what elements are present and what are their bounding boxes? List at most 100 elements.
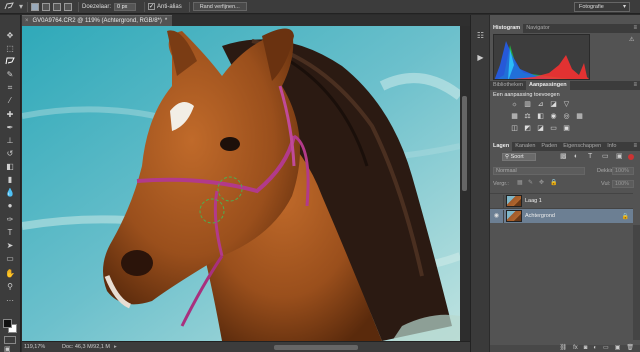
quick-mask-icon[interactable] [4, 336, 16, 344]
tab-properties[interactable]: Eigenschappen [560, 142, 604, 151]
rectangle-tool-icon[interactable]: ▭ [3, 253, 17, 264]
vibrance-icon[interactable]: ▽ [562, 101, 571, 109]
invert-icon[interactable]: ◫ [510, 125, 519, 133]
tab-histogram[interactable]: Histogram [490, 24, 524, 33]
tab-navigator[interactable]: Navigator [523, 24, 553, 33]
feather-input[interactable]: 0 px [114, 2, 137, 11]
pen-tool-icon[interactable]: ✑ [3, 214, 17, 225]
tab-adjustments[interactable]: Aanpassingen [525, 81, 570, 90]
healing-brush-tool-icon[interactable]: ✚ [3, 109, 17, 120]
layer-row-selected[interactable]: ◉ Achtergrond 🔒 [490, 208, 633, 223]
new-selection-icon[interactable] [31, 2, 39, 11]
color-lookup-icon[interactable]: ▦ [575, 113, 584, 121]
link-icon[interactable]: ⛓ [559, 345, 567, 352]
play-icon[interactable]: ▸ [114, 344, 124, 350]
filter-toggle[interactable] [628, 154, 634, 160]
lock-position-icon[interactable]: ✥ [539, 180, 546, 187]
screen-mode-icon[interactable]: ▣ [4, 346, 16, 352]
threshold-icon[interactable]: ◪ [536, 125, 545, 133]
blend-mode-select[interactable]: Normaal [493, 167, 585, 175]
panel-menu-icon[interactable]: ≡ [633, 142, 637, 151]
trash-icon[interactable]: 🗑 [626, 345, 634, 352]
lock-transparency-icon[interactable]: ▦ [517, 180, 524, 187]
channel-mixer-icon[interactable]: ◎ [562, 113, 571, 121]
dropdown-caret-icon[interactable]: ▾ [18, 1, 24, 13]
hue-saturation-icon[interactable]: ▦ [510, 113, 519, 121]
gradient-tool-icon[interactable]: ▮ [3, 174, 17, 185]
new-layer-icon[interactable]: ▣ [615, 345, 621, 352]
gradient-map-icon[interactable]: ▭ [549, 125, 558, 133]
adjustment-filter-icon[interactable]: ◐ [574, 153, 582, 161]
vertical-scrollbar[interactable] [460, 26, 470, 341]
brush-tool-icon[interactable]: ✒ [3, 122, 17, 133]
add-selection-icon[interactable] [42, 2, 50, 11]
layer-row[interactable]: ◉ Laag 1 [490, 193, 633, 208]
exposure-icon[interactable]: ◪ [549, 101, 558, 109]
marquee-tool-icon[interactable]: ⬚ [3, 43, 17, 54]
path-selection-tool-icon[interactable]: ➤ [3, 240, 17, 251]
mask-icon[interactable]: ◙ [584, 345, 588, 352]
dodge-tool-icon[interactable]: ● [3, 200, 17, 211]
type-tool-icon[interactable]: T [3, 227, 17, 238]
adjustment-layer-icon[interactable]: ◐ [593, 345, 597, 352]
fill-input[interactable]: 100% [612, 180, 634, 188]
clone-stamp-tool-icon[interactable]: ⊥ [3, 135, 17, 146]
posterize-icon[interactable]: ◩ [523, 125, 532, 133]
smart-object-filter-icon[interactable]: ▣ [616, 153, 624, 161]
lasso-tool-icon[interactable] [3, 56, 17, 67]
foreground-color-swatch[interactable] [3, 319, 12, 328]
antialias-checkbox[interactable]: ✓ [148, 3, 156, 10]
lasso-tool-preset-icon[interactable] [0, 1, 18, 13]
history-brush-tool-icon[interactable]: ↺ [3, 148, 17, 159]
pixel-filter-icon[interactable]: ▩ [560, 153, 568, 161]
opacity-input[interactable]: 100% [612, 167, 634, 175]
curves-icon[interactable]: ⊿ [536, 101, 545, 109]
layer-filter-select[interactable]: ⚲ Soort [502, 153, 536, 161]
visibility-toggle-icon[interactable]: ◉ [490, 194, 504, 208]
panel-menu-icon[interactable]: ≡ [633, 24, 637, 33]
crop-tool-icon[interactable]: ⌗ [3, 82, 17, 93]
tab-channels[interactable]: Kanalen [512, 142, 538, 151]
document-tab[interactable]: × GV0A9764.CR2 @ 119% (Achtergrond, RGB/… [22, 15, 172, 26]
workspace-select[interactable]: Fotografie ▾ [574, 2, 630, 12]
lock-all-icon[interactable]: 🔒 [550, 180, 557, 187]
refresh-icon[interactable]: ⚠ [629, 36, 634, 43]
quick-selection-tool-icon[interactable]: ✎ [3, 69, 17, 80]
intersect-selection-icon[interactable] [64, 2, 72, 11]
tab-layers[interactable]: Lagen [490, 142, 513, 151]
subtract-selection-icon[interactable] [53, 2, 61, 11]
hand-tool-icon[interactable]: ✋ [3, 268, 17, 279]
actions-panel-icon[interactable]: ▶ [474, 51, 487, 64]
color-balance-icon[interactable]: ⚖ [523, 113, 532, 121]
eraser-tool-icon[interactable]: ◧ [3, 161, 17, 172]
layers-scrollbar[interactable] [633, 225, 640, 340]
eye-icon[interactable]: ◉ [490, 209, 504, 223]
scrollbar-thumb[interactable] [462, 96, 467, 191]
shape-filter-icon[interactable]: ▭ [602, 153, 610, 161]
group-icon[interactable]: ▭ [603, 345, 609, 352]
horizontal-scrollbar-thumb[interactable] [274, 345, 358, 350]
layers-tab-bar: Lagen Kanalen Paden Eigenschappen Info ≡ [490, 142, 640, 151]
image-canvas[interactable] [22, 26, 460, 341]
selective-color-icon[interactable]: ▣ [562, 125, 571, 133]
lock-pixels-icon[interactable]: ✎ [528, 180, 535, 187]
blur-tool-icon[interactable]: 💧 [3, 187, 17, 198]
tab-libraries[interactable]: Bibliotheken [490, 81, 526, 90]
brightness-icon[interactable]: ☼ [510, 101, 519, 109]
panel-menu-icon[interactable]: ≡ [633, 81, 637, 90]
photo-filter-icon[interactable]: ◉ [549, 113, 558, 121]
zoom-level[interactable]: 119,17% [22, 344, 50, 350]
fx-icon[interactable]: fx [573, 345, 578, 352]
tab-paths[interactable]: Paden [538, 142, 560, 151]
history-panel-icon[interactable]: ☷ [474, 29, 487, 42]
type-filter-icon[interactable]: T [588, 153, 596, 161]
zoom-tool-icon[interactable]: ⚲ [3, 281, 17, 292]
close-tab-icon[interactable]: × [25, 18, 29, 24]
levels-icon[interactable]: ▥ [523, 101, 532, 109]
refine-edge-button[interactable]: Rand verfijnen... [192, 2, 247, 11]
move-tool-icon[interactable]: ✥ [3, 30, 17, 41]
more-tools-icon[interactable]: ··· [3, 295, 17, 306]
tab-info[interactable]: Info [604, 142, 619, 151]
black-white-icon[interactable]: ◧ [536, 113, 545, 121]
eyedropper-tool-icon[interactable]: ⁄ [3, 95, 17, 106]
